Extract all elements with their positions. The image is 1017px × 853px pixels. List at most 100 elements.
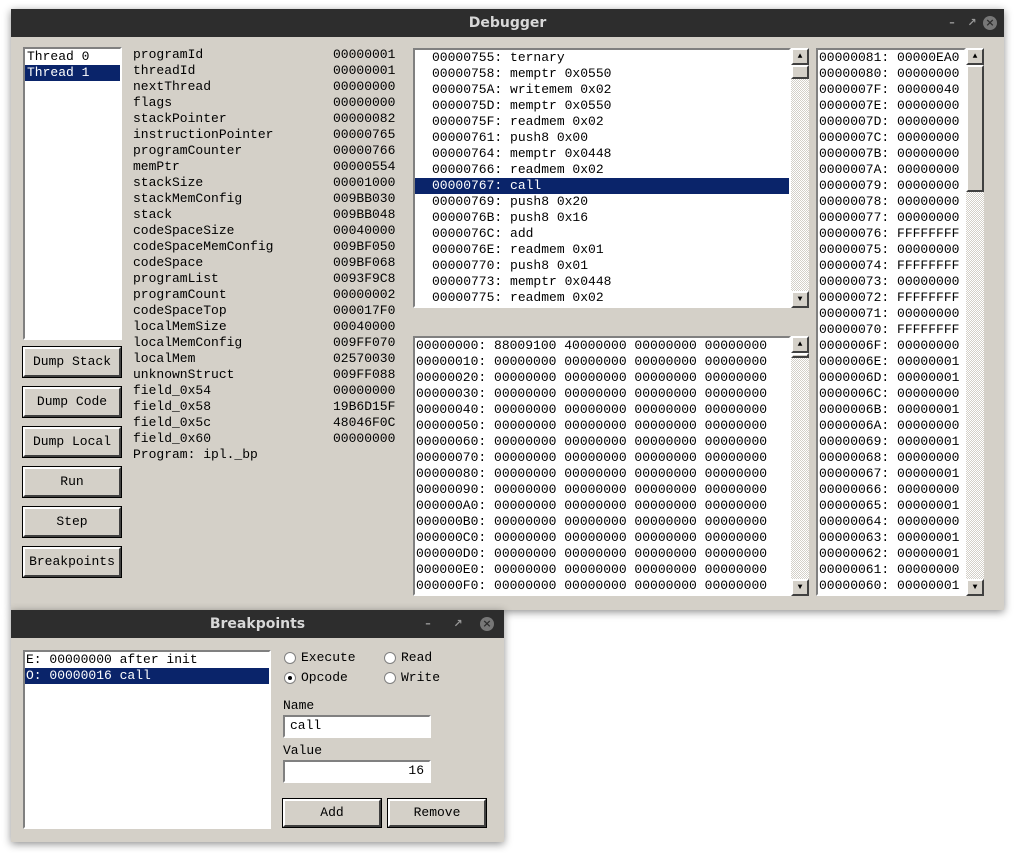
memory-row[interactable]: 00000090: 00000000 00000000 00000000 000… xyxy=(415,482,789,498)
maximize-icon[interactable]: ↗ xyxy=(451,617,465,631)
close-icon[interactable]: × xyxy=(480,617,494,631)
scroll-down-icon[interactable]: ▼ xyxy=(791,291,809,308)
breakpoint-item[interactable]: E: 00000000 after init xyxy=(25,652,269,668)
memory-row[interactable]: 00000070: 00000000 00000000 00000000 000… xyxy=(415,450,789,466)
memory-row[interactable]: 00000030: 00000000 00000000 00000000 000… xyxy=(415,386,789,402)
dump-stack-button[interactable]: Dump Stack xyxy=(22,346,122,378)
scroll-down-icon[interactable]: ▼ xyxy=(791,579,809,596)
stack-row[interactable]: 00000069: 00000001 xyxy=(818,434,964,450)
stack-row[interactable]: 0000006C: 00000000 xyxy=(818,386,964,402)
run-button[interactable]: Run xyxy=(22,466,122,498)
add-button[interactable]: Add xyxy=(282,798,382,828)
stack-row[interactable]: 0000007A: 00000000 xyxy=(818,162,964,178)
scroll-up-icon[interactable]: ▲ xyxy=(791,336,809,353)
stack-row[interactable]: 0000007B: 00000000 xyxy=(818,146,964,162)
maximize-icon[interactable]: ↗ xyxy=(965,16,979,30)
stack-row[interactable]: 00000060: 00000001 xyxy=(818,578,964,594)
code-line[interactable]: 00000764: memptr 0x0448 xyxy=(415,146,789,162)
memory-row[interactable]: 000000E0: 00000000 00000000 00000000 000… xyxy=(415,562,789,578)
code-line[interactable]: 0000076B: push8 0x16 xyxy=(415,210,789,226)
stack-row[interactable]: 00000070: FFFFFFFF xyxy=(818,322,964,338)
memory-row[interactable]: 000000D0: 00000000 00000000 00000000 000… xyxy=(415,546,789,562)
memory-row[interactable]: 000000F0: 00000000 00000000 00000000 000… xyxy=(415,578,789,594)
stack-row[interactable]: 0000006B: 00000001 xyxy=(818,402,964,418)
stack-row[interactable]: 00000072: FFFFFFFF xyxy=(818,290,964,306)
stack-row[interactable]: 00000068: 00000000 xyxy=(818,450,964,466)
code-line[interactable]: 00000767: call xyxy=(415,178,789,194)
scroll-up-icon[interactable]: ▲ xyxy=(791,48,809,65)
thread-list[interactable]: Thread 0 Thread 1 xyxy=(23,47,122,340)
memory-row[interactable]: 00000010: 00000000 00000000 00000000 000… xyxy=(415,354,789,370)
stack-row[interactable]: 00000066: 00000000 xyxy=(818,482,964,498)
step-button[interactable]: Step xyxy=(22,506,122,538)
code-line[interactable]: 00000755: ternary xyxy=(415,50,789,66)
radio-opcode-button[interactable] xyxy=(284,672,296,684)
stack-row[interactable]: 0000006A: 00000000 xyxy=(818,418,964,434)
code-line[interactable]: 0000075F: readmem 0x02 xyxy=(415,114,789,130)
memory-row[interactable]: 000000C0: 00000000 00000000 00000000 000… xyxy=(415,530,789,546)
radio-read-button[interactable] xyxy=(384,652,396,664)
stack-row[interactable]: 00000073: 00000000 xyxy=(818,274,964,290)
radio-write-button[interactable] xyxy=(384,672,396,684)
dump-local-button[interactable]: Dump Local xyxy=(22,426,122,458)
name-input[interactable]: call xyxy=(283,715,431,738)
stack-row[interactable]: 00000076: FFFFFFFF xyxy=(818,226,964,242)
code-line[interactable]: 0000076C: add xyxy=(415,226,789,242)
minimize-icon[interactable]: – xyxy=(945,16,959,30)
code-line[interactable]: 00000766: readmem 0x02 xyxy=(415,162,789,178)
scroll-thumb[interactable] xyxy=(791,65,809,79)
minimize-icon[interactable]: – xyxy=(421,617,435,631)
value-input[interactable]: 16 xyxy=(283,760,431,783)
scroll-down-icon[interactable]: ▼ xyxy=(966,579,984,596)
code-line[interactable]: 0000076E: readmem 0x01 xyxy=(415,242,789,258)
code-line[interactable]: 00000770: push8 0x01 xyxy=(415,258,789,274)
stack-row[interactable]: 00000081: 00000EA0 xyxy=(818,50,964,66)
memory-row[interactable]: 00000000: 88009100 40000000 00000000 000… xyxy=(415,338,789,354)
thread-item[interactable]: Thread 1 xyxy=(25,65,120,81)
memory-row[interactable]: 00000020: 00000000 00000000 00000000 000… xyxy=(415,370,789,386)
breakpoints-button[interactable]: Breakpoints xyxy=(22,546,122,578)
code-line[interactable]: 00000761: push8 0x00 xyxy=(415,130,789,146)
code-line[interactable]: 0000075D: memptr 0x0550 xyxy=(415,98,789,114)
stack-row[interactable]: 0000006E: 00000001 xyxy=(818,354,964,370)
stack-list[interactable]: 00000081: 00000EA0 00000080: 00000000 0000… xyxy=(816,48,966,596)
stack-row[interactable]: 00000079: 00000000 xyxy=(818,178,964,194)
memory-row[interactable]: 00000080: 00000000 00000000 00000000 000… xyxy=(415,466,789,482)
radio-execute-button[interactable] xyxy=(284,652,296,664)
stack-row[interactable]: 0000007E: 00000000 xyxy=(818,98,964,114)
dump-code-button[interactable]: Dump Code xyxy=(22,386,122,418)
stack-row[interactable]: 00000075: 00000000 xyxy=(818,242,964,258)
scroll-thumb[interactable] xyxy=(791,353,809,358)
stack-row[interactable]: 00000077: 00000000 xyxy=(818,210,964,226)
stack-row[interactable]: 00000074: FFFFFFFF xyxy=(818,258,964,274)
stack-row[interactable]: 0000006F: 00000000 xyxy=(818,338,964,354)
code-list[interactable]: 00000755: ternary 00000758: memptr 0x0550… xyxy=(413,48,791,308)
stack-row[interactable]: 00000062: 00000001 xyxy=(818,546,964,562)
stack-row[interactable]: 00000065: 00000001 xyxy=(818,498,964,514)
stack-row[interactable]: 00000071: 00000000 xyxy=(818,306,964,322)
stack-row[interactable]: 00000078: 00000000 xyxy=(818,194,964,210)
breakpoint-list[interactable]: E: 00000000 after init O: 00000016 call xyxy=(23,650,271,829)
memory-row[interactable]: 00000060: 00000000 00000000 00000000 000… xyxy=(415,434,789,450)
memory-row[interactable]: 00000050: 00000000 00000000 00000000 000… xyxy=(415,418,789,434)
thread-item[interactable]: Thread 0 xyxy=(25,49,120,65)
scroll-thumb[interactable] xyxy=(966,65,984,192)
code-line[interactable]: 0000075A: writemem 0x02 xyxy=(415,82,789,98)
stack-row[interactable]: 0000007C: 00000000 xyxy=(818,130,964,146)
code-scrollbar[interactable]: ▲ ▼ xyxy=(791,48,809,308)
stack-row[interactable]: 0000007D: 00000000 xyxy=(818,114,964,130)
stack-row[interactable]: 0000006D: 00000001 xyxy=(818,370,964,386)
memory-row[interactable]: 000000A0: 00000000 00000000 00000000 000… xyxy=(415,498,789,514)
stack-row[interactable]: 00000063: 00000001 xyxy=(818,530,964,546)
remove-button[interactable]: Remove xyxy=(387,798,487,828)
stack-row[interactable]: 00000080: 00000000 xyxy=(818,66,964,82)
stack-scrollbar[interactable]: ▲ ▼ xyxy=(966,48,984,596)
stack-row[interactable]: 00000067: 00000001 xyxy=(818,466,964,482)
scroll-up-icon[interactable]: ▲ xyxy=(966,48,984,65)
close-icon[interactable]: × xyxy=(983,16,997,30)
code-line[interactable]: 00000758: memptr 0x0550 xyxy=(415,66,789,82)
memory-row[interactable]: 000000B0: 00000000 00000000 00000000 000… xyxy=(415,514,789,530)
code-line[interactable]: 00000769: push8 0x20 xyxy=(415,194,789,210)
memory-list[interactable]: 00000000: 88009100 40000000 00000000 000… xyxy=(413,336,791,596)
memory-row[interactable]: 00000040: 00000000 00000000 00000000 000… xyxy=(415,402,789,418)
